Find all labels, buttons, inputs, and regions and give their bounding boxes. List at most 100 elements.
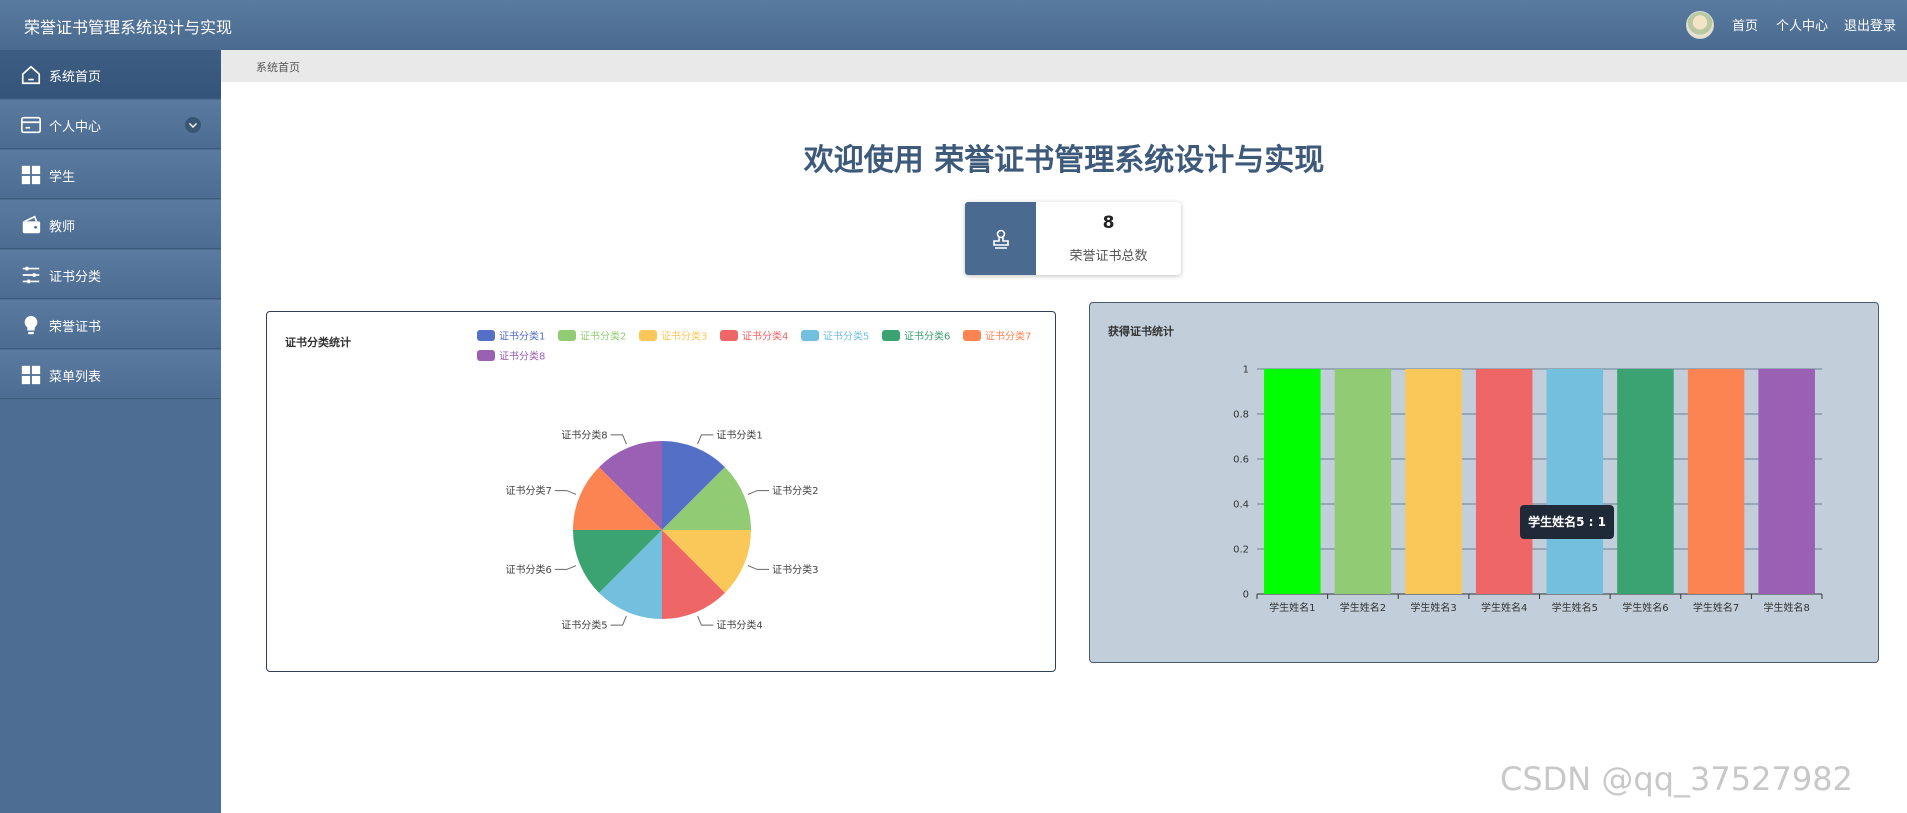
label-leader [610,615,627,626]
legend-item[interactable]: 证书分类8 [477,350,545,363]
legend-swatch [477,350,495,361]
breadcrumb[interactable]: 系统首页 [256,59,300,75]
nav-home-link[interactable]: 首页 [1732,15,1758,34]
stat-value: 8 [1102,213,1115,233]
label-leader [747,490,770,495]
watermark: CSDN @qq_37527982 [1500,760,1853,798]
bar[interactable] [1546,369,1604,594]
slice-label: 证书分类3 [772,563,818,576]
sidebar-item-label: 学生 [49,170,76,185]
slice-label: 证书分类6 [505,563,551,576]
card-icon [21,116,41,134]
y-tick-label: 0.2 [1233,545,1249,556]
legend-label: 证书分类8 [499,350,545,363]
bar[interactable] [1475,369,1533,594]
sidebar-item-categories[interactable]: 证书分类 [0,250,221,299]
welcome-title: 欢迎使用 荣誉证书管理系统设计与实现 [803,143,1325,178]
category-chart-panel: 证书分类统计 证书分类1 证书分类2 证书分类3 证书分类4 证书分类5 证书分类6 证书分… [266,311,1056,672]
bulb-icon [24,315,38,335]
x-tick-label: 学生姓名7 [1693,601,1739,614]
legend-item[interactable]: 证书分类2 [558,330,626,343]
chart-tooltip: 学生姓名5 : 1 [1520,505,1614,539]
legend-label: 证书分类6 [904,330,950,343]
stat-card: 8 荣誉证书总数 [965,202,1181,275]
slice-label: 证书分类5 [561,619,607,632]
x-tick-label: 学生姓名8 [1764,601,1810,614]
slice-label: 证书分类7 [505,484,551,497]
y-tick-label: 0.6 [1233,455,1249,466]
bar[interactable] [1405,369,1462,594]
legend-label: 证书分类3 [661,330,707,343]
sidebar-item-home[interactable]: 系统首页 [0,50,221,99]
sidebar-item-label: 教师 [49,220,76,235]
legend-label: 证书分类5 [823,330,869,343]
certificate-chart-panel: 获得证书统计 0 0.2 0.4 0.6 0.8 1 学生姓名1 学生姓名2 学生姓名3 学生姓名… [1089,302,1879,663]
pie-chart: 证书分类1 证书分类2 证书分类3 证书分类4 证书分类5 证书分类6 证书分类7 证书分类8… [477,330,1031,632]
top-bar: 荣誉证书管理系统设计与实现 首页 个人中心 退出登录 [0,0,1907,50]
nav-logout-link[interactable]: 退出登录 [1844,15,1896,34]
sidebar-item-students[interactable]: 学生 [0,150,221,199]
sidebar-item-label: 系统首页 [49,70,102,85]
grid-icon [21,165,41,185]
y-tick-label: 0.4 [1233,500,1249,511]
x-tick-label: 学生姓名3 [1410,601,1456,614]
legend-item[interactable]: 证书分类6 [882,330,950,343]
sidebar-item-label: 个人中心 [49,120,102,135]
label-leader [697,615,714,626]
slice-label: 证书分类4 [716,619,762,632]
legend-item[interactable]: 证书分类7 [963,330,1031,343]
bar[interactable] [1687,369,1745,594]
breadcrumb-bar: 系统首页 [221,50,1907,82]
y-tick-label: 0.8 [1233,410,1249,421]
chevron-down-icon[interactable] [185,117,201,133]
label-leader [554,565,577,570]
home-icon [21,65,41,85]
slice-label: 证书分类8 [561,428,607,441]
nav-profile-link[interactable]: 个人中心 [1776,15,1828,34]
wallet-icon [22,215,41,234]
x-tick-label: 学生姓名6 [1622,601,1668,614]
slice-label: 证书分类2 [772,484,818,497]
x-tick-label: 学生姓名2 [1340,601,1386,614]
label-leader [697,434,714,445]
stat-icon-box [965,202,1036,275]
stamp-icon [993,229,1009,249]
sliders-icon [22,266,40,284]
label-leader [747,565,770,570]
bar-chart: 0 0.2 0.4 0.6 0.8 1 学生姓名1 学生姓名2 学生姓名3 学生姓名4 学生姓名5 学… [1233,365,1823,614]
y-tick-label: 1 [1243,365,1249,376]
y-tick-label: 0 [1243,590,1249,601]
legend-item[interactable]: 证书分类5 [801,330,869,343]
app-title: 荣誉证书管理系统设计与实现 [24,18,233,37]
stat-label: 荣誉证书总数 [1069,249,1148,264]
legend-item[interactable]: 证书分类1 [477,330,545,343]
legend-swatch [801,330,819,341]
legend-item[interactable]: 证书分类3 [639,330,707,343]
legend-swatch [882,330,900,341]
x-tick-label: 学生姓名5 [1552,601,1598,614]
x-tick-label: 学生姓名4 [1481,601,1527,614]
legend-swatch [558,330,576,341]
sidebar-item-label: 菜单列表 [49,370,102,385]
sidebar-item-teachers[interactable]: 教师 [0,200,221,249]
legend-item[interactable]: 证书分类4 [720,330,788,343]
sidebar-item-label: 证书分类 [49,270,102,285]
bar[interactable] [1758,369,1815,594]
sidebar-item-certificates[interactable]: 荣誉证书 [0,300,221,349]
sidebar-item-menu-list[interactable]: 菜单列表 [0,350,221,399]
legend-swatch [963,330,981,341]
legend-label: 证书分类1 [499,330,545,343]
avatar[interactable] [1686,11,1714,39]
legend-swatch [720,330,738,341]
slice-label: 证书分类1 [716,428,762,441]
sidebar-item-profile[interactable]: 个人中心 [0,100,221,149]
sidebar: 系统首页 个人中心 学生 教师 证书分类 荣誉证书 菜单列表 [0,50,221,813]
bar[interactable] [1617,369,1674,594]
legend-swatch [477,330,495,341]
label-leader [610,434,627,445]
bar[interactable] [1334,369,1392,594]
legend-swatch [639,330,657,341]
label-leader [554,490,577,495]
x-tick-label: 学生姓名1 [1269,601,1315,614]
bar[interactable] [1264,369,1321,594]
